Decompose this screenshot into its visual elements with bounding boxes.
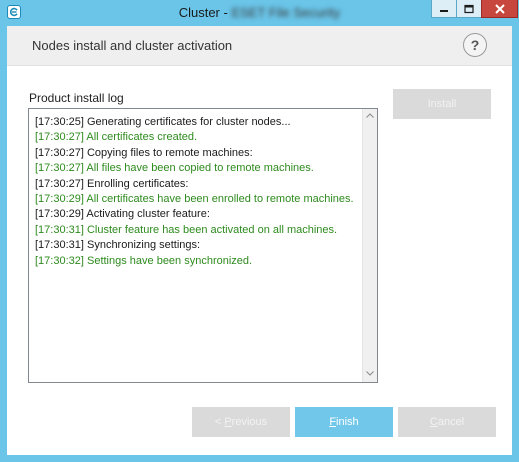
previous-button-accel: P [224, 416, 232, 428]
cancel-button-label: ancel [437, 416, 465, 428]
install-button-label: Install [427, 98, 457, 110]
log-line: [17:30:29] All certificates have been en… [35, 193, 354, 206]
log-line: [17:30:32] Settings have been synchroniz… [35, 254, 253, 267]
finish-button-label: inish [336, 416, 359, 428]
minimize-button[interactable] [431, 0, 457, 18]
log-line: [17:30:29] Activating cluster feature: [35, 208, 210, 221]
previous-button-label: revious [231, 416, 268, 428]
log-line: [17:30:27] All files have been copied to… [35, 162, 314, 175]
help-button[interactable]: ? [463, 33, 487, 57]
log-line: [17:30:31] Cluster feature has been acti… [35, 223, 338, 236]
previous-button-prefix: < [214, 416, 225, 428]
cluster-window: Cluster - ESET File Security Nodes insta… [0, 0, 519, 462]
maximize-button[interactable] [456, 0, 482, 18]
previous-button[interactable]: < Previous [192, 407, 290, 437]
log-label: Product install log [29, 91, 124, 105]
log-line: [17:30:27] Enrolling certificates: [35, 177, 189, 190]
wizard-header: Nodes install and cluster activation ? [7, 26, 512, 66]
cancel-button-accel: C [429, 416, 438, 428]
finish-button[interactable]: Finish [295, 407, 393, 437]
wizard-client-area: Nodes install and cluster activation ? P… [7, 26, 512, 455]
install-log-textarea[interactable]: [17:30:25] Generating certificates for c… [28, 108, 378, 383]
chevron-up-icon [366, 113, 374, 118]
window-title-redacted: ESET File Security [231, 5, 341, 20]
chevron-down-icon [366, 371, 374, 376]
help-icon: ? [470, 37, 480, 53]
log-scrollbar[interactable] [362, 109, 377, 382]
page-title: Nodes install and cluster activation [32, 38, 233, 53]
maximize-icon [464, 4, 474, 13]
install-button[interactable]: Install [393, 89, 491, 119]
title-bar[interactable]: Cluster - ESET File Security [0, 0, 519, 26]
log-line: [17:30:31] Synchronizing settings: [35, 239, 201, 252]
cancel-button[interactable]: Cancel [398, 407, 496, 437]
log-lines: [17:30:25] Generating certificates for c… [35, 115, 365, 269]
close-button[interactable] [481, 0, 518, 18]
minimize-icon [440, 9, 448, 12]
close-icon [494, 3, 505, 14]
log-line: [17:30:27] All certificates created. [35, 131, 198, 144]
window-title-text: Cluster - [178, 5, 232, 20]
log-line: [17:30:25] Generating certificates for c… [35, 116, 291, 128]
log-line: [17:30:27] Copying files to remote machi… [35, 146, 253, 159]
scroll-down-button[interactable] [363, 367, 377, 382]
scroll-up-button[interactable] [363, 109, 377, 124]
